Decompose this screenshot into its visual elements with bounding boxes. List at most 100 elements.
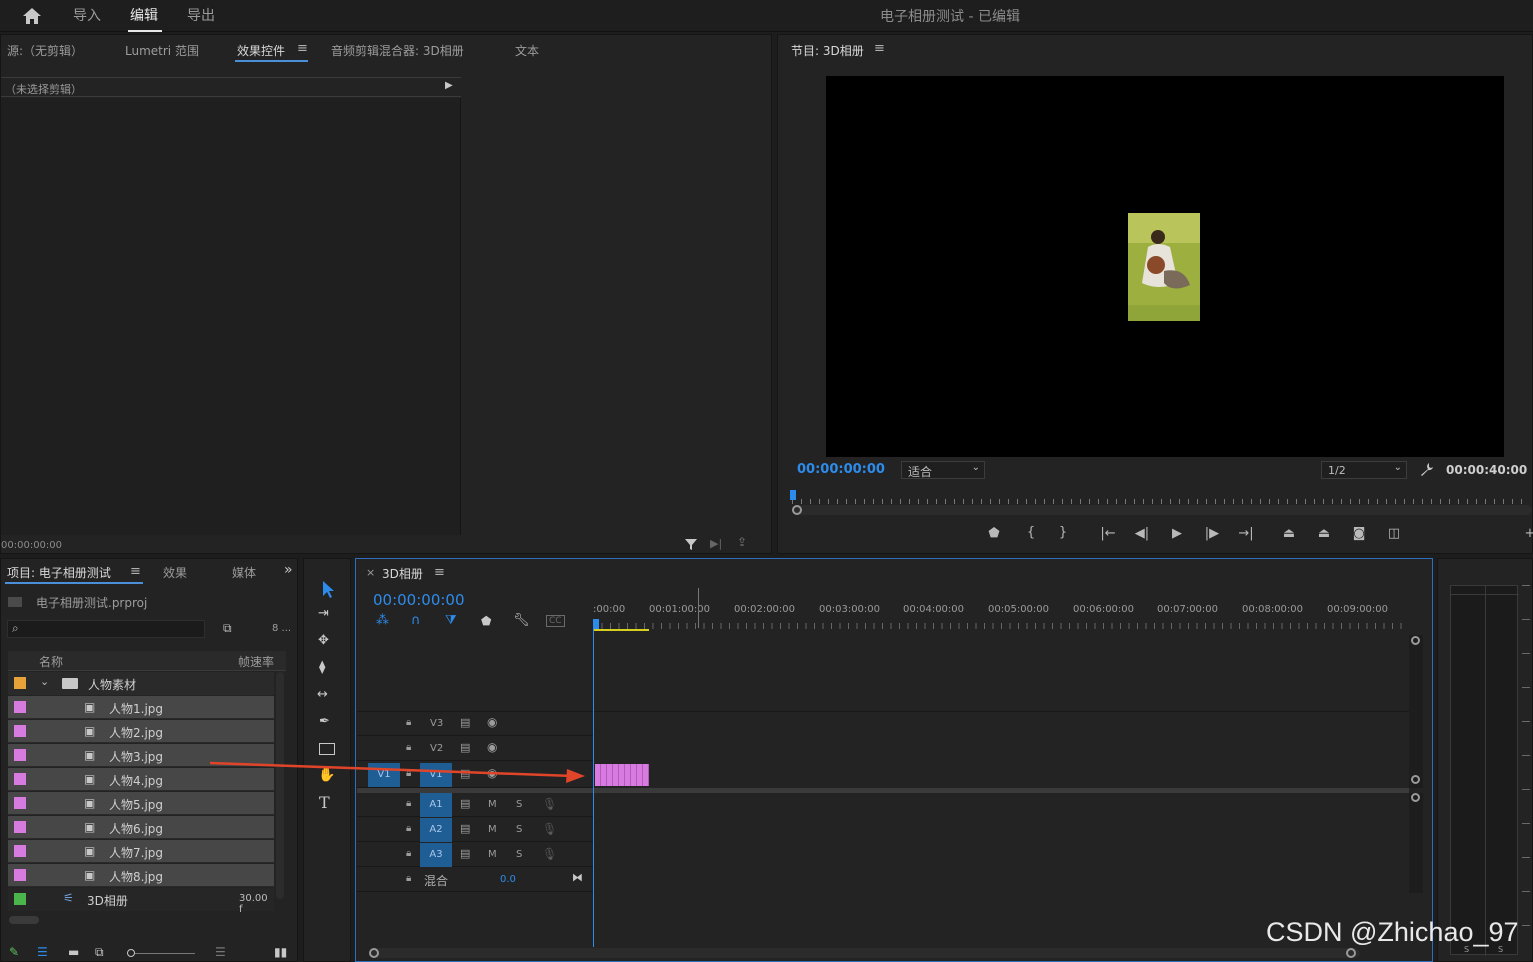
step-forward-icon[interactable]: |▶ [1202, 526, 1222, 541]
label-color-swatch[interactable] [14, 797, 26, 809]
track-target-a3[interactable]: A3 [420, 843, 452, 867]
linked-selection-icon[interactable]: ⧩ [445, 613, 457, 628]
extract-icon[interactable]: ⏏ [1314, 526, 1334, 541]
track-select-tool-icon[interactable]: ⇥ [318, 606, 329, 621]
program-menu-icon[interactable]: ≡ [874, 41, 885, 56]
tab-source[interactable]: 源:（无剪辑） [7, 42, 83, 59]
rectangle-tool-icon[interactable] [319, 743, 335, 755]
tab-effects[interactable]: 效果 [163, 564, 187, 581]
program-zoom-bar[interactable] [792, 505, 1532, 515]
play-icon[interactable]: ▶ [1167, 526, 1187, 541]
icon-view-icon[interactable]: ▬ [68, 945, 79, 959]
program-current-timecode[interactable]: 00:00:00:00 [797, 462, 885, 477]
list-item[interactable]: ▣ 人物6.jpg [8, 816, 274, 839]
resolution-select[interactable]: 1/2 ⌄ [1321, 461, 1407, 479]
new-bin-from-search-icon[interactable]: ⧉ [223, 621, 232, 636]
sync-lock-icon[interactable]: ▤ [460, 847, 470, 860]
track-label[interactable]: V3 [430, 718, 443, 729]
mix-volume-value[interactable]: 0.0 [500, 874, 516, 885]
program-title[interactable]: 节目: 3D相册 [791, 42, 864, 59]
mute-button[interactable]: M [488, 824, 497, 835]
track-target-a2[interactable]: A2 [420, 818, 452, 842]
lift-icon[interactable]: ⏏ [1279, 526, 1299, 541]
track-content[interactable] [594, 818, 1409, 842]
home-icon[interactable] [22, 6, 42, 26]
label-color-swatch[interactable] [14, 725, 26, 737]
solo-button[interactable]: S [516, 824, 522, 835]
tab-media[interactable]: 媒体 [232, 564, 256, 581]
tab-export[interactable]: 导出 [187, 5, 215, 25]
program-video-frame[interactable] [826, 76, 1504, 457]
zoom-select[interactable]: 适合 ⌄ [901, 461, 985, 479]
video-tracks-scrollbar[interactable] [1409, 635, 1423, 788]
comparison-view-icon[interactable]: ◫ [1384, 526, 1404, 541]
export-frame-camera-icon[interactable]: ◙ [1349, 526, 1369, 541]
playhead-line[interactable] [593, 629, 594, 947]
list-item[interactable]: ▣ 人物7.jpg [8, 840, 274, 863]
solo-button[interactable]: S [516, 799, 522, 810]
scroll-handle-bottom[interactable] [1411, 775, 1420, 784]
column-framerate[interactable]: 帧速率 [238, 653, 274, 670]
track-content[interactable] [594, 793, 1409, 817]
horizontal-scrollbar[interactable] [9, 916, 39, 924]
work-area-bar[interactable] [593, 629, 649, 631]
zoom-slider-handle[interactable] [127, 949, 135, 957]
slip-tool-icon[interactable]: ↔ [317, 687, 328, 702]
tab-audio-clip-mixer[interactable]: 音频剪辑混合器: 3D相册 [331, 42, 464, 59]
microphone-icon[interactable]: 🎙︎ [542, 822, 557, 836]
snap-magnet-icon[interactable]: ∩ [411, 613, 421, 628]
tab-text[interactable]: 文本 [515, 42, 539, 59]
go-to-in-icon[interactable]: |← [1098, 526, 1118, 541]
track-content[interactable] [594, 868, 1409, 892]
go-to-end-icon[interactable]: ⧓ [572, 871, 583, 884]
playhead-handle[interactable] [593, 619, 599, 629]
pen-tool-icon[interactable]: ✒ [319, 714, 330, 729]
ripple-edit-tool-icon[interactable]: ✥ [318, 633, 329, 648]
tab-effect-controls[interactable]: 效果控件 [237, 42, 285, 59]
sort-icons-icon[interactable]: ☰ [215, 945, 226, 959]
add-button-icon[interactable]: + [1520, 526, 1533, 541]
track-content[interactable] [594, 843, 1409, 867]
list-item[interactable]: ▣ 人物8.jpg [8, 864, 274, 887]
expand-arrow-icon[interactable]: ▶ [445, 80, 453, 91]
label-color-swatch[interactable] [14, 677, 26, 689]
close-tab-icon[interactable]: × [366, 566, 375, 579]
timeline-menu-icon[interactable]: ≡ [434, 565, 445, 580]
automate-to-sequence-icon[interactable]: ▮▮ [274, 945, 287, 959]
tab-lumetri-scopes[interactable]: Lumetri 范围 [125, 42, 199, 59]
sequence-row[interactable]: ⚟ 3D相册 30.00 f [8, 888, 274, 915]
label-color-swatch[interactable] [14, 821, 26, 833]
freeform-view-icon[interactable]: ⧉ [95, 945, 104, 960]
captions-icon[interactable]: CC [546, 615, 565, 627]
program-playhead[interactable] [790, 490, 796, 500]
scroll-handle-right[interactable] [1346, 948, 1356, 958]
label-color-swatch[interactable] [14, 749, 26, 761]
tab-edit[interactable]: 编辑 [130, 5, 158, 25]
mute-button[interactable]: M [488, 849, 497, 860]
label-color-swatch[interactable] [14, 773, 26, 785]
razor-tool-icon[interactable]: ⧫ [319, 660, 325, 675]
eye-icon[interactable]: ◉ [487, 740, 497, 754]
list-item[interactable]: ▣ 人物5.jpg [8, 792, 274, 815]
wrench-icon[interactable] [1420, 462, 1434, 476]
scroll-handle-left[interactable] [369, 948, 379, 958]
list-item[interactable]: ▣ 人物1.jpg [8, 696, 274, 719]
type-tool-icon[interactable]: T [319, 793, 330, 812]
zoom-handle-left[interactable] [792, 505, 802, 515]
selection-tool-icon[interactable] [318, 579, 338, 599]
nest-sequence-icon[interactable]: ⁂ [376, 613, 389, 628]
sync-lock-icon[interactable]: ▤ [460, 741, 470, 754]
tab-project[interactable]: 项目: 电子相册测试 [7, 564, 111, 581]
lock-icon[interactable]: 🔒︎ [406, 742, 411, 753]
timeline-clip[interactable] [595, 764, 649, 786]
add-marker-icon[interactable]: ⬟ [984, 526, 1004, 541]
step-back-icon[interactable]: ◀| [1132, 526, 1152, 541]
track-content[interactable] [594, 712, 1409, 736]
program-time-ruler[interactable] [792, 491, 1530, 505]
mark-in-icon[interactable]: { [1021, 525, 1041, 540]
lock-icon[interactable]: 🔒︎ [406, 848, 411, 859]
timeline-horizontal-scrollbar[interactable] [370, 948, 1360, 958]
scroll-handle-top[interactable] [1411, 636, 1420, 645]
track-target-a1[interactable]: A1 [420, 793, 452, 817]
panel-overflow-icon[interactable]: » [284, 562, 293, 578]
